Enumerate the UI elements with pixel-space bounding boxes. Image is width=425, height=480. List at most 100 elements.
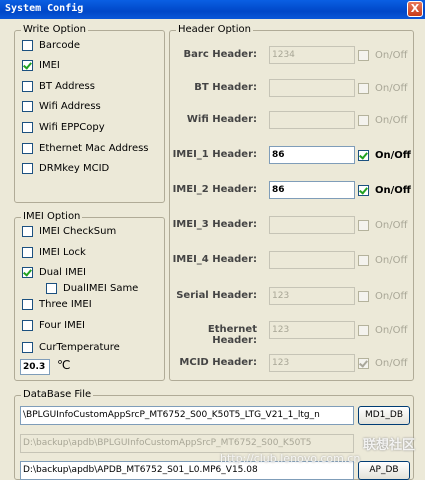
header-toggle-imei-3-checkbox[interactable] bbox=[358, 219, 369, 231]
header-toggle-imei-3-label: On/Off bbox=[375, 219, 408, 231]
header-label-ethernet: Ethernet Header: bbox=[207, 324, 257, 346]
header-label-imei-2: IMEI_2 Header: bbox=[172, 184, 257, 195]
header-toggle-wifi[interactable]: On/Off bbox=[358, 113, 407, 127]
imei-option-dual-imei[interactable]: Dual IMEI bbox=[22, 265, 86, 279]
header-input-imei-4[interactable] bbox=[269, 251, 355, 269]
header-toggle-wifi-label: On/Off bbox=[375, 114, 408, 126]
watermark-site: 联想社区 bbox=[362, 438, 415, 453]
header-toggle-serial-label: On/Off bbox=[375, 290, 408, 302]
imei-option-dual-imei-checkbox[interactable] bbox=[22, 266, 33, 278]
write-option-barcode-label: Barcode bbox=[39, 39, 80, 51]
imei-option-dual-imei-label: Dual IMEI bbox=[39, 266, 86, 278]
imei-option-three-imei-checkbox[interactable] bbox=[22, 298, 33, 310]
imei-option-cur-temperature[interactable]: CurTemperature bbox=[22, 340, 120, 354]
header-toggle-wifi-checkbox[interactable] bbox=[358, 114, 369, 126]
close-icon: X bbox=[410, 2, 420, 15]
md1-db-button[interactable]: MD1_DB bbox=[358, 406, 410, 425]
md1-db-path-field[interactable]: \BPLGUInfoCustomAppSrcP_MT6752_S00_K50T5… bbox=[20, 406, 354, 425]
close-button[interactable]: X bbox=[407, 1, 423, 17]
write-option-drmkey-mcid-label: DRMkey MCID bbox=[39, 162, 110, 174]
header-toggle-barc-checkbox[interactable] bbox=[358, 49, 369, 61]
header-input-wifi[interactable] bbox=[269, 111, 355, 129]
header-toggle-imei-4-checkbox[interactable] bbox=[358, 254, 369, 266]
header-toggle-bt-label: On/Off bbox=[375, 82, 408, 94]
header-toggle-imei-2-label: On/Off bbox=[375, 184, 411, 196]
imei-option-four-imei-label: Four IMEI bbox=[39, 319, 85, 331]
write-option-wifi-address[interactable]: Wifi Address bbox=[22, 99, 101, 113]
header-input-barc[interactable]: 1234 bbox=[269, 46, 355, 64]
imei-option-imei-checksum[interactable]: IMEI CheckSum bbox=[22, 224, 116, 238]
write-option-ethernet-mac-address-label: Ethernet Mac Address bbox=[39, 142, 149, 154]
header-toggle-imei-1[interactable]: On/Off bbox=[358, 148, 411, 162]
write-option-wifi-address-label: Wifi Address bbox=[39, 100, 101, 112]
header-toggle-imei-2-checkbox[interactable] bbox=[358, 184, 369, 196]
header-input-imei-3[interactable] bbox=[269, 216, 355, 234]
header-toggle-ethernet[interactable]: On/Off bbox=[358, 323, 407, 337]
header-input-serial[interactable]: 123 bbox=[269, 287, 355, 305]
write-option-title: Write Option bbox=[21, 24, 88, 35]
header-toggle-serial[interactable]: On/Off bbox=[358, 289, 407, 303]
header-label-imei-3: IMEI_3 Header: bbox=[172, 219, 257, 230]
header-label-bt: BT Header: bbox=[194, 82, 257, 93]
header-toggle-barc[interactable]: On/Off bbox=[358, 48, 407, 62]
write-option-wifi-eppcopy[interactable]: Wifi EPPCopy bbox=[22, 120, 105, 134]
imei-option-imei-lock[interactable]: IMEI Lock bbox=[22, 245, 86, 259]
write-option-drmkey-mcid[interactable]: DRMkey MCID bbox=[22, 161, 109, 175]
imei-option-imei-lock-label: IMEI Lock bbox=[39, 246, 86, 258]
database-title: DataBase File bbox=[21, 389, 94, 400]
header-toggle-imei-1-label: On/Off bbox=[375, 149, 411, 161]
header-toggle-mcid[interactable]: On/Off bbox=[358, 356, 407, 370]
write-option-wifi-eppcopy-checkbox[interactable] bbox=[22, 121, 33, 133]
header-input-ethernet[interactable]: 123 bbox=[269, 321, 355, 339]
write-option-drmkey-mcid-checkbox[interactable] bbox=[22, 162, 33, 174]
write-option-imei[interactable]: IMEI bbox=[22, 58, 60, 72]
header-input-mcid[interactable]: 123 bbox=[269, 354, 355, 372]
imei-option-dualimei-same-checkbox[interactable] bbox=[46, 282, 57, 294]
header-toggle-bt-checkbox[interactable] bbox=[358, 82, 369, 94]
header-toggle-mcid-label: On/Off bbox=[375, 357, 408, 369]
write-option-bt-address-label: BT Address bbox=[39, 80, 95, 92]
imei-option-cur-temperature-label: CurTemperature bbox=[39, 341, 120, 353]
write-option-ethernet-mac-address[interactable]: Ethernet Mac Address bbox=[22, 141, 149, 155]
watermark-url: http://club.lenovo.com.cn bbox=[220, 452, 361, 465]
temperature-input[interactable]: 20.3 bbox=[20, 359, 50, 375]
title-bar: System Config X bbox=[0, 0, 425, 19]
imei-option-four-imei-checkbox[interactable] bbox=[22, 319, 33, 331]
header-toggle-mcid-checkbox[interactable] bbox=[358, 357, 369, 369]
write-option-wifi-address-checkbox[interactable] bbox=[22, 100, 33, 112]
write-option-barcode-checkbox[interactable] bbox=[22, 39, 33, 51]
header-input-bt[interactable] bbox=[269, 79, 355, 97]
header-toggle-bt[interactable]: On/Off bbox=[358, 81, 407, 95]
header-input-imei-1[interactable]: 86 bbox=[269, 146, 355, 164]
header-label-imei-1: IMEI_1 Header: bbox=[172, 149, 257, 160]
write-option-imei-label: IMEI bbox=[39, 59, 60, 71]
imei-option-four-imei[interactable]: Four IMEI bbox=[22, 318, 85, 332]
header-toggle-ethernet-label: On/Off bbox=[375, 324, 408, 336]
header-toggle-serial-checkbox[interactable] bbox=[358, 290, 369, 302]
header-toggle-imei-4[interactable]: On/Off bbox=[358, 253, 407, 267]
write-option-imei-checkbox[interactable] bbox=[22, 59, 33, 71]
imei-option-imei-checksum-checkbox[interactable] bbox=[22, 225, 33, 237]
header-label-wifi: Wifi Header: bbox=[186, 114, 257, 125]
header-label-serial: Serial Header: bbox=[176, 290, 257, 301]
header-label-imei-4: IMEI_4 Header: bbox=[172, 254, 257, 265]
imei-option-three-imei[interactable]: Three IMEI bbox=[22, 297, 92, 311]
write-option-group: Write Option bbox=[14, 24, 165, 203]
ap-db-button[interactable]: AP_DB bbox=[358, 461, 410, 480]
header-toggle-ethernet-checkbox[interactable] bbox=[358, 324, 369, 336]
header-input-imei-2[interactable]: 86 bbox=[269, 181, 355, 199]
header-toggle-imei-4-label: On/Off bbox=[375, 254, 408, 266]
header-toggle-imei-1-checkbox[interactable] bbox=[358, 149, 369, 161]
imei-option-imei-lock-checkbox[interactable] bbox=[22, 246, 33, 258]
write-option-ethernet-mac-address-checkbox[interactable] bbox=[22, 142, 33, 154]
write-option-barcode[interactable]: Barcode bbox=[22, 38, 80, 52]
imei-option-dualimei-same[interactable]: DualIMEI Same bbox=[46, 281, 138, 295]
write-option-bt-address-checkbox[interactable] bbox=[22, 80, 33, 92]
header-toggle-imei-3[interactable]: On/Off bbox=[358, 218, 407, 232]
header-label-mcid: MCID Header: bbox=[179, 357, 257, 368]
write-option-bt-address[interactable]: BT Address bbox=[22, 79, 95, 93]
md2-db-path-field[interactable]: D:\backup\apdb\BPLGUInfoCustomAppSrcP_MT… bbox=[20, 434, 354, 453]
imei-option-three-imei-label: Three IMEI bbox=[39, 298, 92, 310]
header-toggle-imei-2[interactable]: On/Off bbox=[358, 183, 411, 197]
imei-option-cur-temperature-checkbox[interactable] bbox=[22, 341, 33, 353]
